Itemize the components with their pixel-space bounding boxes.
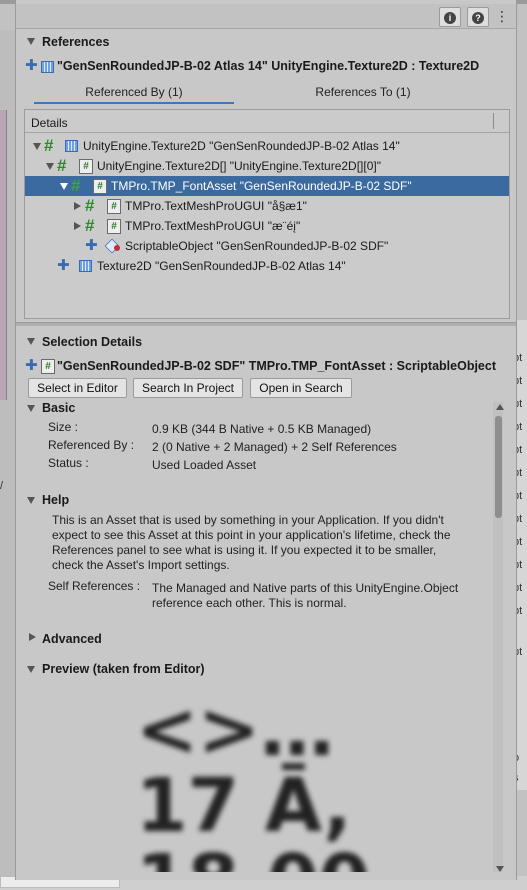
help-icon[interactable]: ? [467, 7, 489, 27]
preview-foldout-arrow-icon[interactable] [27, 666, 35, 673]
self-references-line: The Managed and Native parts of this Uni… [152, 581, 459, 595]
scroll-down-arrow-icon[interactable] [496, 866, 504, 872]
script-icon: # [107, 199, 121, 214]
memory-profiler-details-window: i ? ⋮ References ✚ "GenSenRoundedJP-B-02… [15, 0, 517, 880]
panel-splitter[interactable] [16, 322, 516, 326]
script-icon: # [93, 179, 107, 194]
tree-row[interactable]: ✚ ScriptableObject "GenSenRoundedJP-B-02… [25, 236, 509, 256]
script-hash-icon: # [44, 136, 54, 155]
self-references-label: Self References : [48, 579, 141, 593]
expand-arrow-icon[interactable] [33, 143, 41, 150]
help-title[interactable]: Help [42, 493, 69, 507]
tree-row-label: TMPro.TextMeshProUGUI "å§æ1" [125, 199, 307, 213]
scrollbar-thumb[interactable] [495, 416, 502, 518]
object-badge-icon [114, 245, 120, 251]
preview-glyph-line: <>… [136, 692, 335, 773]
info-icon[interactable]: i [439, 7, 461, 27]
status-label: Status : [48, 456, 89, 470]
references-title[interactable]: References [42, 35, 109, 49]
preview-glyph-line: 17 Ā, [136, 763, 352, 849]
window-titlebar: i ? ⋮ [16, 4, 516, 29]
help-text: This is an Asset that is used by somethi… [52, 513, 492, 573]
script-icon: # [79, 159, 93, 174]
expand-arrow-icon[interactable] [46, 163, 54, 170]
texture-icon [79, 260, 92, 272]
scroll-up-arrow-icon[interactable] [496, 404, 504, 410]
tab-referenced-by[interactable]: Referenced By (1) [34, 80, 234, 106]
tree-row[interactable]: # # TMPro.TextMeshProUGUI "å§æ1" [25, 196, 509, 216]
tree-row[interactable]: # # UnityEngine.Texture2D[] "UnityEngine… [25, 156, 509, 176]
status-value: Used Loaded Asset [152, 458, 257, 472]
help-line: References panel to see what is using it… [52, 543, 437, 557]
tree-row-selected[interactable]: # # TMPro.TMP_FontAsset "GenSenRoundedJP… [25, 176, 509, 196]
texture-icon [65, 140, 78, 152]
link-icon: ✚ [25, 57, 38, 74]
script-hash-icon: # [85, 216, 95, 235]
link-icon: ✚ [25, 357, 38, 374]
selection-foldout-arrow-icon[interactable] [27, 338, 35, 345]
references-asset-line: ✚ "GenSenRoundedJP-B-02 Atlas 14" UnityE… [25, 58, 495, 74]
preview-title[interactable]: Preview (taken from Editor) [42, 662, 205, 676]
script-icon: # [107, 219, 121, 234]
tree-row[interactable]: # UnityEngine.Texture2D "GenSenRoundedJP… [25, 136, 509, 156]
help-line: This is an Asset that is used by somethi… [52, 513, 444, 527]
referenced-by-value: 2 (0 Native + 2 Managed) + 2 Self Refere… [152, 440, 397, 454]
search-in-project-button[interactable]: Search In Project [133, 378, 243, 398]
expand-arrow-icon[interactable] [60, 183, 68, 190]
script-hash-icon: # [57, 156, 67, 175]
font-atlas-preview-image: <>… 17 Ā, 18.00 [136, 692, 386, 872]
tab-references-to-label: References To (1) [315, 85, 411, 99]
tab-references-to[interactable]: References To (1) [263, 80, 463, 106]
advanced-foldout-arrow-icon[interactable] [29, 633, 36, 641]
collapsed-arrow-icon[interactable] [74, 222, 81, 230]
tree-row-label: UnityEngine.Texture2D "GenSenRoundedJP-B… [83, 139, 400, 153]
link-icon: ✚ [85, 237, 98, 254]
references-tree-view: Details # UnityEngine.Texture2D "GenSenR… [24, 109, 510, 319]
selection-asset-name: "GenSenRoundedJP-B-02 SDF" TMPro.TMP_Fon… [57, 359, 496, 373]
tree-row[interactable]: ✚ Texture2D "GenSenRoundedJP-B-02 Atlas … [25, 256, 509, 276]
tree-row-label: TMPro.TextMeshProUGUI "æ¨éį" [125, 219, 301, 233]
references-foldout-arrow-icon[interactable] [27, 38, 35, 45]
select-in-editor-button[interactable]: Select in Editor [28, 378, 127, 398]
help-foldout-arrow-icon[interactable] [27, 497, 35, 504]
self-references-line: reference each other. This is normal. [152, 596, 347, 610]
size-label: Size : [48, 420, 79, 434]
background-left-fragment: / [0, 480, 4, 492]
tree-row[interactable]: # # TMPro.TextMeshProUGUI "æ¨éį" [25, 216, 509, 236]
advanced-title[interactable]: Advanced [42, 632, 102, 646]
script-hash-icon: # [71, 176, 81, 195]
tree-column-header[interactable]: Details [25, 110, 509, 133]
help-line: check the Asset's Import settings. [52, 558, 230, 572]
size-value: 0.9 KB (344 B Native + 0.5 KB Managed) [152, 422, 372, 436]
tree-row-label: TMPro.TMP_FontAsset "GenSenRoundedJP-B-0… [111, 179, 412, 193]
basic-foldout-arrow-icon[interactable] [27, 405, 35, 412]
details-column-label: Details [31, 116, 68, 130]
help-glyph: ? [472, 12, 484, 24]
tab-referenced-by-label: Referenced By (1) [85, 85, 183, 99]
script-icon: # [41, 359, 55, 374]
script-hash-icon: # [85, 196, 95, 215]
active-tab-indicator [34, 102, 234, 104]
help-line: expect to see this Asset at this point i… [52, 528, 451, 542]
preview-glyph-line: 18.00 [136, 844, 386, 872]
selection-details-title[interactable]: Selection Details [42, 335, 142, 349]
column-divider[interactable] [493, 113, 494, 129]
referenced-by-label: Referenced By : [48, 438, 135, 452]
background-preview-strip [0, 110, 7, 400]
link-icon: ✚ [57, 257, 70, 274]
selection-asset-line: ✚ # "GenSenRoundedJP-B-02 SDF" TMPro.TMP… [25, 358, 505, 374]
collapsed-arrow-icon[interactable] [74, 202, 81, 210]
more-icon[interactable]: ⋮ [494, 8, 510, 26]
open-in-search-button[interactable]: Open in Search [250, 378, 352, 398]
tree-row-label: UnityEngine.Texture2D[] "UnityEngine.Tex… [97, 159, 381, 173]
tree-row-label: Texture2D "GenSenRoundedJP-B-02 Atlas 14… [97, 259, 346, 273]
tree-row-label: ScriptableObject "GenSenRoundedJP-B-02 S… [125, 239, 389, 253]
basic-title[interactable]: Basic [42, 401, 75, 415]
info-glyph: i [444, 12, 456, 24]
self-references-text: The Managed and Native parts of this Uni… [152, 581, 492, 611]
references-asset-name: "GenSenRoundedJP-B-02 Atlas 14" UnityEng… [57, 59, 480, 73]
texture-icon [41, 61, 54, 73]
